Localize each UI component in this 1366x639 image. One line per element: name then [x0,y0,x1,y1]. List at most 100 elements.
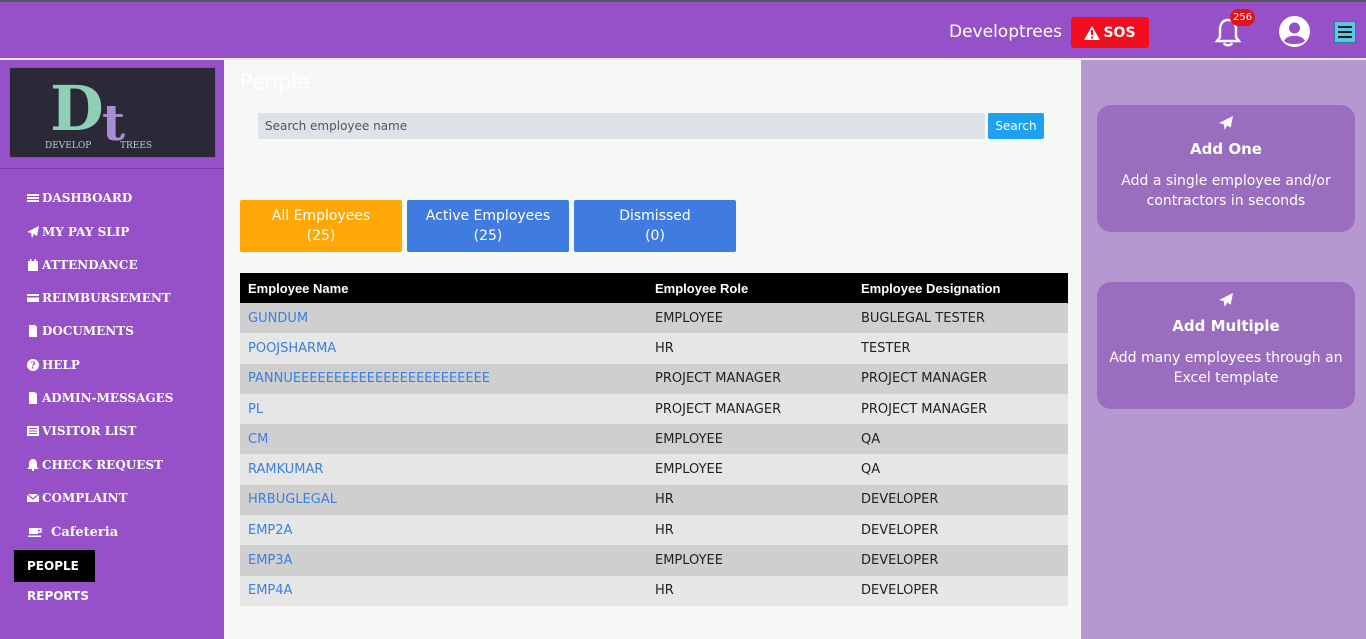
table-row: GUNDUM EMPLOYEE BUGLEGAL TESTER [240,303,1068,334]
employee-designation: DEVELOPER [861,553,939,569]
tab-count: (25) [306,228,336,244]
sidebar-item-cafeteria[interactable]: Cafeteria [27,522,118,542]
tab-active-employees[interactable]: Active Employees (25) [407,200,569,252]
employee-name-link[interactable]: PANNUEEEEEEEEEEEEEEEEEEEEEEEE [248,371,490,386]
employee-role: HR [655,522,674,538]
sidebar-item-label: ATTENDANCE [42,258,138,272]
column-header-role: Employee Role [655,280,749,296]
employee-designation: QA [861,431,881,447]
sos-button[interactable]: SOS [1071,17,1149,48]
employee-designation: DEVELOPER [861,522,939,538]
sidebar-item-label: HELP [42,358,80,372]
employee-name-link[interactable]: EMP4A [248,583,292,598]
table-row: EMP2A HR DEVELOPER [240,515,1068,546]
employee-name-link[interactable]: HRBUGLEGAL [248,492,337,507]
sidebar-item-label: REIMBURSEMENT [42,291,171,305]
hamburger-menu-button[interactable] [1334,21,1356,43]
svg-text:D: D [50,72,104,145]
table-row: PANNUEEEEEEEEEEEEEEEEEEEEEEEE PROJECT MAN… [240,363,1068,394]
employee-name-link[interactable]: PL [248,402,263,417]
sidebar-item-admin-messages[interactable]: ADMIN-MESSAGES [27,388,173,408]
company-logo: D t DEVELOP TREES [9,67,216,158]
brand-name: Developtrees [949,22,1063,42]
employee-role: EMPLOYEE [655,553,723,569]
top-bar: Developtrees SOS 256 [0,0,1366,60]
logo-image: D t DEVELOP TREES [45,72,152,152]
employee-designation: PROJECT MANAGER [861,371,988,387]
tab-label: All Employees [271,208,371,224]
credit-card-icon [27,294,39,302]
sidebar-item-my-pay-slip[interactable]: MY PAY SLIP [27,222,129,242]
employee-designation: DEVELOPER [861,583,939,599]
table-row: CM EMPLOYEE QA [240,424,1068,455]
table-row: PL PROJECT MANAGER PROJECT MANAGER [240,393,1068,425]
envelope-icon [27,493,39,502]
paper-plane-icon [1219,116,1233,130]
column-header-name: Employee Name [248,280,349,296]
sidebar-item-label: VISITOR LIST [42,424,137,438]
user-avatar-icon[interactable] [1279,16,1310,47]
employee-role: HR [655,492,674,508]
sidebar: D t DEVELOP TREES DASHBOARD MY PAY SLIP … [0,60,224,639]
employee-role: EMPLOYEE [655,462,723,478]
employee-role: HR [655,340,674,356]
table-row: EMP4A HR DEVELOPER [240,575,1068,606]
card-title: Add Multiple [1172,317,1280,335]
card-title: Add One [1190,140,1262,158]
svg-text:?: ? [30,362,35,372]
sidebar-item-check-request[interactable]: CHECK REQUEST [27,455,163,475]
coffee-icon [28,528,42,537]
sidebar-item-reimbursement[interactable]: REIMBURSEMENT [27,288,171,308]
right-panel: Add One Add a single employee and/or con… [1081,60,1366,639]
employee-role: PROJECT MANAGER [655,401,782,417]
table-row: POOJSHARMA HR TESTER [240,333,1068,364]
tab-dismissed[interactable]: Dismissed (0) [574,200,736,252]
warning-icon [1084,25,1101,40]
sidebar-item-label: COMPLAINT [42,491,128,505]
add-multiple-card[interactable]: Add Multiple Add many employees through … [1097,282,1355,409]
bars-icon [27,194,39,202]
sidebar-item-dashboard[interactable]: DASHBOARD [27,188,132,208]
paper-plane-icon [1219,293,1233,307]
employee-table: Employee Name Employee Role Employee Des… [240,273,1068,606]
sidebar-item-people[interactable]: PEOPLE [14,550,95,582]
svg-text:TREES: TREES [120,141,152,151]
employee-designation: PROJECT MANAGER [861,401,988,417]
search-input[interactable] [258,113,985,139]
sidebar-item-attendance[interactable]: ATTENDANCE [27,255,138,275]
column-header-designation: Employee Designation [861,280,1001,296]
employee-role: EMPLOYEE [655,310,723,326]
employee-name-link[interactable]: RAMKUMAR [248,462,323,477]
main-content: People Search All Employees (25) Active … [224,60,1081,639]
list-icon [27,426,39,436]
file-icon [29,325,37,337]
employee-designation: BUGLEGAL TESTER [861,310,985,326]
sidebar-item-label: Cafeteria [51,524,119,540]
search-button[interactable]: Search [988,113,1044,139]
tab-label: Dismissed [619,208,691,224]
svg-text:DEVELOP: DEVELOP [45,141,91,151]
employee-designation: QA [861,462,881,478]
calendar-icon [28,259,38,271]
employee-name-link[interactable]: EMP2A [248,523,292,538]
sidebar-item-documents[interactable]: DOCUMENTS [27,321,134,341]
sidebar-item-label: DASHBOARD [42,191,133,205]
employee-name-link[interactable]: GUNDUM [248,311,308,326]
employee-name-link[interactable]: CM [248,432,268,447]
employee-name-link[interactable]: POOJSHARMA [248,341,336,356]
employee-name-link[interactable]: EMP3A [248,553,292,568]
sidebar-item-label: MY PAY SLIP [42,225,130,239]
file-icon [29,392,37,404]
sidebar-item-visitor-list[interactable]: VISITOR LIST [27,421,136,441]
tab-all-employees[interactable]: All Employees (25) [240,200,402,252]
sidebar-item-reports[interactable]: REPORTS [27,589,89,603]
add-one-card[interactable]: Add One Add a single employee and/or con… [1097,105,1355,232]
question-circle-icon: ? [27,359,39,371]
card-description: Add a single employee and/or contractors… [1121,173,1331,209]
notification-badge: 256 [1230,9,1256,26]
sidebar-item-help[interactable]: ? HELP [27,355,80,375]
sidebar-item-complaint[interactable]: COMPLAINT [27,488,128,508]
logo-divider [0,168,224,169]
sidebar-item-label: CHECK REQUEST [42,458,163,472]
sos-label: SOS [1103,24,1136,41]
